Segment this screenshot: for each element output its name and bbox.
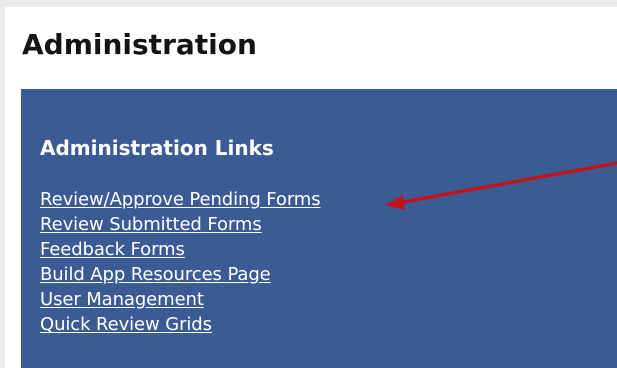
list-item: Review/Approve Pending Forms <box>40 187 321 212</box>
list-item: Build App Resources Page <box>40 262 321 287</box>
list-item: User Management <box>40 287 321 312</box>
administration-links-panel: Administration Links Review/Approve Pend… <box>21 89 617 368</box>
list-item: Quick Review Grids <box>40 312 321 337</box>
admin-links-list: Review/Approve Pending Forms Review Subm… <box>40 187 321 337</box>
page-title: Administration <box>22 28 257 61</box>
build-app-resources-page-link[interactable]: Build App Resources Page <box>40 264 271 285</box>
user-management-link[interactable]: User Management <box>40 289 204 310</box>
feedback-forms-link[interactable]: Feedback Forms <box>40 239 185 260</box>
list-item: Review Submitted Forms <box>40 212 321 237</box>
list-item: Feedback Forms <box>40 237 321 262</box>
panel-heading: Administration Links <box>40 136 274 160</box>
review-approve-pending-forms-link[interactable]: Review/Approve Pending Forms <box>40 189 321 210</box>
quick-review-grids-link[interactable]: Quick Review Grids <box>40 314 212 335</box>
review-submitted-forms-link[interactable]: Review Submitted Forms <box>40 214 262 235</box>
